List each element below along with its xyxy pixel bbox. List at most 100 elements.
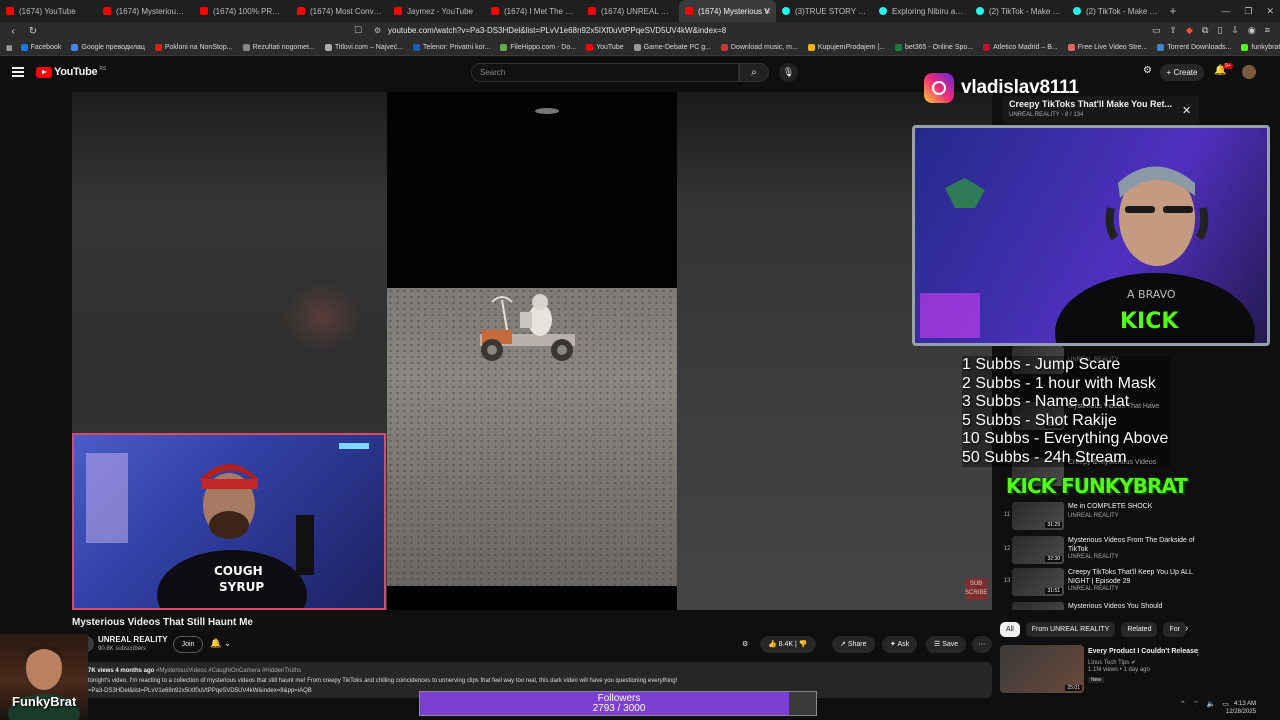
chevron-right-icon[interactable]: › [1185,623,1188,634]
more-actions-button[interactable]: ⋯ [972,636,992,653]
downloads-icon[interactable]: ⇩ [1231,25,1239,36]
bookmark-favicon-icon [895,44,903,51]
save-button[interactable]: ☰ Save [926,636,967,653]
brave-shield-icon[interactable]: ◆ [1186,25,1193,36]
like-button[interactable]: 👍 8.4K | 👎 [760,636,816,653]
bookmark-link[interactable]: Telenor: Privatni kor... [413,44,490,51]
playlist-thumbnail[interactable]: 31:51 [1012,568,1064,596]
bookmark-link[interactable]: Download music, m... [720,44,798,51]
filter-chip[interactable]: From UNREAL REALITY [1025,622,1116,637]
menu-icon[interactable]: ≡ [1265,25,1270,36]
wifi-icon[interactable]: ⌔ [1193,700,1200,709]
site-info-icon[interactable]: ⚙ [374,24,381,38]
create-button[interactable]: + Create [1160,64,1204,81]
new-tab-button[interactable]: + [1164,4,1182,18]
miniplayer-info[interactable]: Creepy TikToks That'll Make You Ret... U… [1003,96,1199,124]
bookmark-link[interactable]: Free Live Video Stre... [1067,44,1147,51]
recommended-video[interactable]: 25:01 Every Product I Couldn't Release L… [1000,645,1202,695]
hashtags[interactable]: #MysteriousVideos #CaughtOnCamera #Hidde… [156,668,301,674]
join-button[interactable]: Join [173,636,203,653]
bookmark-link[interactable]: YouTube [586,44,624,51]
system-clock[interactable]: 4:13 AM 12/28/2025 [1226,700,1256,716]
playlist-title[interactable]: Mysterious Videos You Should [1068,602,1196,610]
bookmark-link[interactable]: FileHippo.com - Do... [500,44,576,51]
subscription-bell-icon[interactable]: 🔔 ⌄ [210,638,231,649]
subscriber-goals-list: 1 Subbs - Jump Scare 2 Subbs - 1 hour wit… [962,356,1171,467]
playlist-item[interactable]: 13 31:51 Creepy TikToks That'll Keep You U… [1002,566,1200,600]
bookmark-link[interactable]: Atletico Madrid – B... [983,44,1058,51]
playlist-thumbnail[interactable] [1012,602,1064,610]
back-arrow-icon[interactable]: ‹ [6,26,20,37]
sidebar-toggle-icon[interactable]: ▯ [1217,25,1222,36]
recommended-thumbnail[interactable]: 25:01 [1000,645,1084,693]
close-tab-icon[interactable]: ✕ [764,7,771,16]
close-icon[interactable]: ✕ [1182,104,1191,117]
browser-tab[interactable]: Exploring Nibiru and the N [873,0,970,22]
share-extension-icon[interactable]: ⇪ [1169,25,1177,36]
new-badge: New [1088,677,1105,683]
search-input[interactable]: Search [471,63,739,82]
browser-tab[interactable]: Jaymez - YouTube [388,0,485,22]
recommended-title[interactable]: Every Product I Couldn't Release [1088,648,1198,655]
playlist-thumbnail[interactable]: 31:29 [1012,502,1064,530]
bookmark-link[interactable]: Facebook [20,44,61,51]
hamburger-menu-icon[interactable] [12,67,24,77]
filter-chip[interactable]: All [1000,622,1020,637]
browser-tab[interactable]: (1674) Mysterious V ✕ [679,0,776,22]
browser-tab[interactable]: (1674) 100% PROOF, PARA [194,0,291,22]
url-field[interactable]: ⚙ youtube.com/watch?v=Pa3-DS3HDel&list=P… [370,24,910,38]
youtube-logo[interactable]: YouTube RS [36,66,106,78]
filter-chip[interactable]: Related [1121,622,1158,637]
tray-chevron-icon[interactable]: ⌃ [1180,700,1186,709]
extensions-icon[interactable]: ⧉ [1202,25,1208,36]
bookmark-star-icon[interactable]: ☐ [354,25,362,36]
bookmark-link[interactable]: KupujemProdajem |... [807,44,885,51]
playlist-item[interactable]: 14Mysterious Videos You Should [1002,600,1200,610]
maximize-button[interactable]: ❐ [1244,6,1252,17]
ask-button[interactable]: ✦ Ask [882,636,918,653]
apps-grid-icon[interactable]: ▦ [6,44,13,52]
playlist-title[interactable]: Mysterious Videos From The Darkside of T… [1068,536,1196,554]
playlist-thumbnail[interactable]: 32:30 [1012,536,1064,564]
browser-tab[interactable]: (2) TikTok - Make Your Day [1067,0,1164,22]
bookmark-link[interactable]: Game-Debate PC g... [633,44,711,51]
subscribe-watermark[interactable]: SUB SCRIBE [965,578,987,600]
recommended-more-icon[interactable]: ⋮ [1194,648,1202,657]
bookmark-link[interactable]: funkybrat - Kick Stat... [1241,44,1280,51]
microphone-icon[interactable]: 🎙 [779,63,798,82]
share-button[interactable]: ↗ Share [832,636,875,653]
browser-tab[interactable]: (1674) UNREAL REALITY - Y [582,0,679,22]
sub-goal-item: 2 Subbs - 1 hour with Mask [962,374,1171,393]
browser-tab[interactable]: (1674) Most Convincing Evi [291,0,388,22]
playlist-item[interactable]: 12 32:30 Mysterious Videos From The Darksi… [1002,534,1200,568]
browser-tab[interactable]: (2) TikTok - Make Your Day [970,0,1067,22]
filter-chip[interactable]: For [1163,622,1186,637]
volume-icon[interactable]: 🔈 [1206,700,1215,709]
download-extension-icon[interactable]: ⚙ [742,636,748,653]
browser-tab[interactable]: (3)TRUE STORY 🎯 #itssoo [776,0,873,22]
sub-goal-item: 1 Subbs - Jump Scare [962,356,1171,375]
search-icon[interactable]: ⌕ [739,63,769,82]
profile-icon[interactable]: ◉ [1248,25,1256,36]
minimize-button[interactable]: — [1221,6,1230,16]
recommended-channel[interactable]: Linus Tech Tips ✔ [1088,659,1136,666]
channel-name-link[interactable]: UNREAL REALITY [98,635,168,644]
playlist-item[interactable]: 11 31:29 Me in COMPLETE SHOCK UNREAL REALIT… [1002,500,1200,534]
reload-icon[interactable]: ↻ [26,26,40,37]
browser-tab[interactable]: (1674) I Met The Scientist T [485,0,582,22]
playlist-title[interactable]: Creepy TikToks That'll Keep You Up ALL N… [1068,568,1196,586]
youtube-favicon-icon [588,7,596,15]
browser-tab[interactable]: (1674) YouTube [0,0,97,22]
bookmark-link[interactable]: Torrent Downloads... [1157,44,1231,51]
user-avatar[interactable] [1242,65,1256,79]
bookmark-link[interactable]: Google преводилац [71,44,145,51]
playlist-index: 11 [1003,512,1011,518]
close-window-button[interactable]: ✕ [1266,6,1274,17]
cast-extension-icon[interactable]: ▭ [1152,25,1161,36]
browser-tab[interactable]: (1674) Mysterious Videos T [97,0,194,22]
bookmark-link[interactable]: Rezultati nogomet... [242,44,315,51]
bookmark-link[interactable]: Titlovi.com – Najveć... [324,44,403,51]
bookmark-link[interactable]: Pokloni na NonStop... [154,44,233,51]
cast-icon[interactable]: ⚙ [1143,65,1152,76]
bookmark-link[interactable]: bet365 - Online Spo... [895,44,973,51]
